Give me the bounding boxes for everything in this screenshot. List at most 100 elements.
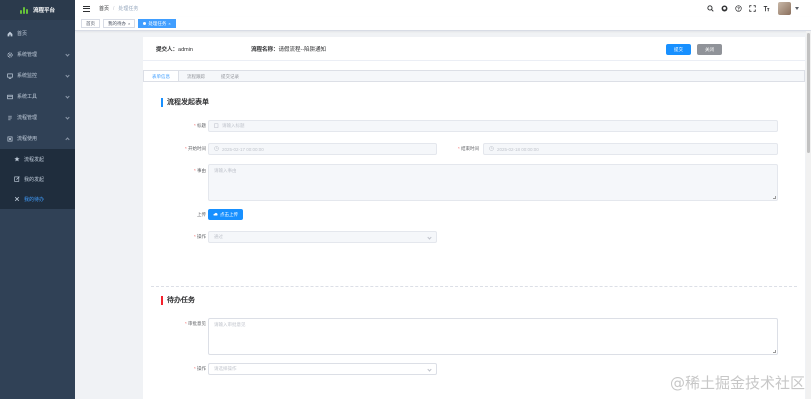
upload-button[interactable]: 点击上传	[208, 209, 243, 220]
tool-icon	[7, 94, 13, 100]
todo-operation-select[interactable]: 请选择操作	[208, 363, 437, 375]
tag-label: 首页	[86, 20, 95, 26]
operation-label: * 操作	[193, 234, 206, 239]
tabs-bar: 表单信息 流程跟踪 提交记录	[143, 70, 805, 82]
tag-todo[interactable]: 我的待办 ×	[103, 19, 136, 28]
chevron-down-icon	[65, 73, 70, 78]
sidebar-item-system[interactable]: 系统管理	[0, 44, 75, 65]
end-time-label: * 结束时间	[457, 146, 479, 151]
process-label: 流程名称：	[251, 46, 279, 53]
active-dot-icon	[143, 22, 147, 25]
opinion-textarea[interactable]: 请输入审批意见	[208, 318, 778, 355]
logo-icon	[19, 6, 29, 14]
close-icon[interactable]: ×	[168, 20, 170, 28]
font-size-icon[interactable]	[761, 4, 771, 14]
sidebar-subitem-mine[interactable]: 我的发起	[0, 169, 75, 189]
reason-textarea[interactable]: 请输入事由	[208, 164, 778, 201]
star-icon	[14, 156, 20, 162]
start-time-input[interactable]: 2025-02-17 00:00:00	[208, 143, 437, 155]
title-input[interactable]: 请输入标题	[208, 120, 778, 132]
scrollbar-thumb[interactable]	[807, 33, 810, 153]
card-header: 提交人：admin 流程名称：请假流程--陷阱通知 提交 关闭	[143, 37, 805, 61]
opinion-label: * 审批意见	[184, 321, 206, 326]
submitter: 提交人：admin	[156, 45, 193, 53]
chevron-down-icon	[427, 235, 432, 240]
fullscreen-icon[interactable]	[747, 4, 757, 14]
close-icon[interactable]: ×	[128, 20, 130, 28]
tab-submit-record[interactable]: 提交记录	[213, 71, 247, 81]
sidebar-item-label: 流程管理	[17, 115, 38, 121]
home-icon	[7, 31, 13, 37]
resize-handle-icon[interactable]	[773, 196, 776, 199]
sidebar-subitem-start[interactable]: 流程发起	[0, 149, 75, 169]
resize-handle-icon[interactable]	[773, 350, 776, 353]
chevron-down-icon	[427, 367, 432, 372]
sidebar-item-home[interactable]: 首页	[0, 23, 75, 44]
caret-down-icon[interactable]	[795, 7, 799, 10]
navbar: 首页 / 处理任务	[75, 0, 811, 17]
section-bar	[161, 295, 163, 305]
close-button[interactable]: 关闭	[697, 44, 722, 55]
main-content: 提交人：admin 流程名称：请假流程--陷阱通知 提交 关闭 表单信息 流程跟…	[75, 31, 811, 399]
sidebar-item-monitor[interactable]: 系统监控	[0, 65, 75, 86]
github-icon[interactable]	[719, 4, 729, 14]
sidebar: 流程平台 首页 系统管理 系统监控 系统工具 流程管理 流程使用 流程发起 我的…	[0, 0, 75, 399]
scrollbar[interactable]	[806, 31, 811, 399]
sidebar-item-label: 流程使用	[17, 136, 38, 142]
operation-select[interactable]: 通过	[208, 231, 437, 243]
sidebar-item-label: 系统监控	[17, 73, 38, 79]
submit-button[interactable]: 提交	[666, 44, 691, 55]
clock-icon	[489, 146, 494, 152]
cross-icon	[14, 196, 20, 202]
end-time-input[interactable]: 2025-02-18 00:00:00	[483, 143, 778, 155]
todo-operation-label: * 操作	[193, 366, 206, 371]
sidebar-item-label: 流程发起	[24, 156, 45, 163]
process-name: 流程名称：请假流程--陷阱通知	[251, 45, 326, 53]
process-value: 请假流程--陷阱通知	[278, 46, 327, 53]
clock-icon	[214, 146, 219, 152]
sidebar-item-tools[interactable]: 系统工具	[0, 86, 75, 107]
gear-icon	[7, 51, 13, 58]
upload-icon	[213, 212, 218, 218]
tab-form-info[interactable]: 表单信息	[144, 71, 179, 81]
title-label: * 标题	[193, 123, 206, 128]
watermark: @稀土掘金技术社区	[669, 374, 805, 392]
sidebar-item-flow-manage[interactable]: 流程管理	[0, 107, 75, 128]
tag-home[interactable]: 首页	[81, 19, 100, 28]
sidebar-subitem-todo[interactable]: 我的待办	[0, 189, 75, 209]
section-title-text: 流程发起表单	[167, 99, 209, 106]
start-time-value: 2025-02-17 00:00:00	[222, 146, 264, 152]
upload-button-label: 点击上传	[220, 211, 238, 217]
submitter-value: admin	[178, 46, 193, 53]
app-title: 流程平台	[32, 8, 55, 14]
use-icon	[7, 136, 13, 142]
end-time-value: 2025-02-18 00:00:00	[497, 146, 539, 152]
section-bar	[161, 97, 163, 107]
section-title-todo: 待办任务	[161, 295, 195, 305]
avatar[interactable]	[778, 2, 791, 15]
navbar-right	[705, 2, 799, 15]
chevron-up-icon	[65, 137, 70, 142]
sidebar-item-label: 我的待办	[24, 196, 45, 203]
reason-label: * 事由	[193, 168, 206, 173]
sidebar-item-label: 系统工具	[17, 94, 38, 100]
tag-process-task[interactable]: 处理任务 ×	[138, 19, 176, 28]
edit-icon	[14, 176, 20, 182]
task-card: 提交人：admin 流程名称：请假流程--陷阱通知 提交 关闭 表单信息 流程跟…	[143, 37, 805, 399]
help-icon[interactable]	[733, 4, 743, 14]
title-placeholder: 请输入标题	[222, 123, 245, 128]
sidebar-item-label: 系统管理	[17, 52, 38, 58]
tags-view: 首页 我的待办 × 处理任务 ×	[75, 17, 811, 31]
chevron-down-icon	[65, 94, 70, 99]
logo[interactable]: 流程平台	[0, 0, 75, 20]
reason-placeholder: 请输入事由	[214, 168, 237, 173]
operation-value: 通过	[214, 234, 223, 239]
start-time-label: * 开始时间	[184, 146, 206, 151]
hamburger-icon[interactable]	[83, 5, 91, 12]
breadcrumb-home[interactable]: 首页	[99, 5, 109, 12]
tab-flow-track[interactable]: 流程跟踪	[179, 71, 213, 81]
sidebar-item-flow-use[interactable]: 流程使用	[0, 128, 75, 149]
upload-label: 上传	[197, 212, 206, 217]
chevron-down-icon	[65, 115, 70, 120]
search-icon[interactable]	[705, 4, 715, 14]
